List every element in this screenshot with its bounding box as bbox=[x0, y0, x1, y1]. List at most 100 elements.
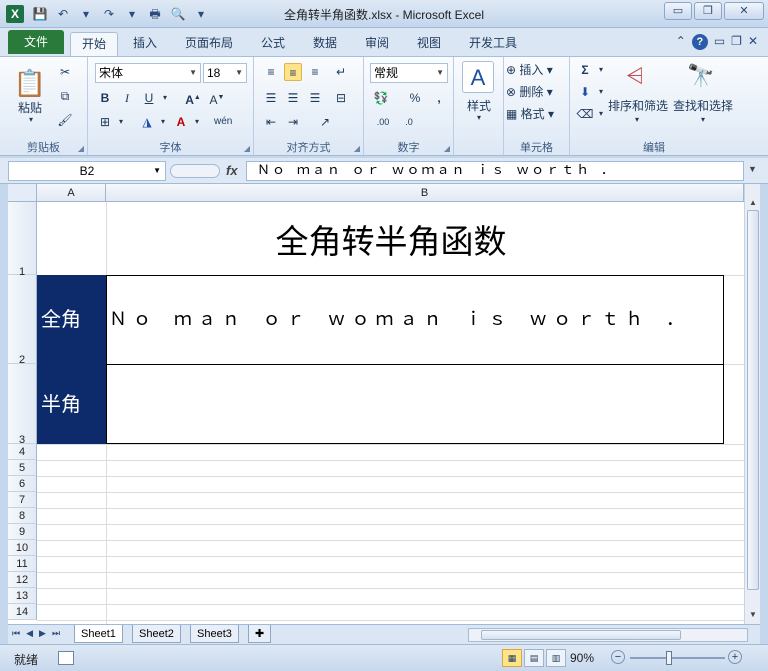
tab-review[interactable]: 审阅 bbox=[356, 32, 398, 56]
restore-button[interactable]: ❐ bbox=[694, 2, 722, 20]
formula-input[interactable]: Ｎｏ ｍａｎ ｏｒ ｗｏｍａｎ ｉｓ ｗｏｒｔｈ ． bbox=[246, 161, 744, 181]
name-box-dropdown-icon[interactable]: ▼ bbox=[153, 162, 161, 180]
row-header-10[interactable]: 10 bbox=[8, 540, 37, 556]
minimize-ribbon-icon[interactable]: ⌃ bbox=[676, 34, 686, 50]
expand-formula-bar-icon[interactable]: ▼ bbox=[748, 164, 757, 174]
next-sheet-icon[interactable]: ▶ bbox=[39, 628, 46, 639]
row-header-13[interactable]: 13 bbox=[8, 588, 37, 604]
scroll-down-icon[interactable]: ▼ bbox=[746, 608, 760, 622]
name-box[interactable]: B2 ▼ bbox=[8, 161, 166, 181]
row-header-2[interactable]: 2 bbox=[8, 275, 37, 366]
paste-dropdown-icon[interactable]: ▾ bbox=[26, 115, 36, 124]
column-header-a[interactable]: A bbox=[37, 184, 106, 202]
row-header-6[interactable]: 6 bbox=[8, 476, 37, 492]
font-name-dropdown-icon[interactable]: ▼ bbox=[189, 64, 197, 82]
row-header-3[interactable]: 3 bbox=[8, 364, 37, 446]
align-bottom-icon[interactable]: ≡ bbox=[306, 63, 324, 81]
tab-page-layout[interactable]: 页面布局 bbox=[176, 32, 242, 56]
undo-dropdown-icon[interactable]: ▾ bbox=[76, 5, 96, 23]
customize-qat-icon[interactable]: ▾ bbox=[191, 5, 211, 23]
phonetic-guide-icon[interactable]: wén bbox=[214, 113, 232, 131]
sheet-tab-1[interactable]: Sheet1 bbox=[74, 625, 123, 643]
last-sheet-icon[interactable]: ⏭ bbox=[52, 628, 60, 639]
number-format-combo[interactable]: 常规 ▼ bbox=[370, 63, 448, 83]
redo-icon[interactable]: ↷ bbox=[99, 5, 119, 23]
fill-color-dropdown-icon[interactable]: ▾ bbox=[154, 113, 172, 131]
row-header-1[interactable]: 1 bbox=[8, 202, 37, 278]
find-select-dropdown-icon[interactable]: ▾ bbox=[698, 115, 708, 124]
cell-b3-value[interactable] bbox=[106, 364, 724, 444]
row-header-4[interactable]: 4 bbox=[8, 444, 37, 460]
formula-bar-splitter[interactable] bbox=[170, 164, 220, 178]
row-header-11[interactable]: 11 bbox=[8, 556, 37, 572]
worksheet-grid[interactable]: A B 1 2 3 4 5 6 7 8 9 10 11 12 13 14 全角转… bbox=[8, 184, 760, 624]
horizontal-scrollbar[interactable] bbox=[468, 628, 748, 642]
close-button[interactable]: ✕ bbox=[724, 2, 764, 20]
workbook-minimize-icon[interactable]: ▭ bbox=[714, 34, 725, 50]
comma-button[interactable]: , bbox=[430, 89, 448, 107]
page-break-view-icon[interactable]: ▥ bbox=[546, 649, 566, 667]
copy-icon[interactable]: ⧉ bbox=[56, 87, 74, 105]
styles-dropdown-icon[interactable]: ▾ bbox=[474, 113, 484, 122]
tab-insert[interactable]: 插入 bbox=[124, 32, 166, 56]
zoom-out-icon[interactable]: − bbox=[611, 650, 625, 664]
record-macro-icon[interactable] bbox=[58, 651, 74, 665]
bold-button[interactable]: B bbox=[96, 89, 114, 107]
tab-home[interactable]: 开始 bbox=[70, 32, 118, 56]
font-name-combo[interactable]: 宋体 ▼ bbox=[95, 63, 201, 83]
horizontal-scroll-thumb[interactable] bbox=[481, 630, 681, 640]
column-header-b[interactable]: B bbox=[106, 184, 744, 202]
alignment-launcher-icon[interactable]: ◢ bbox=[354, 144, 360, 153]
cut-icon[interactable]: ✂ bbox=[56, 63, 74, 81]
align-middle-icon[interactable]: ≡ bbox=[284, 63, 302, 81]
paste-icon[interactable]: 📋 bbox=[12, 63, 48, 103]
tab-file[interactable]: 文件 bbox=[8, 30, 64, 54]
zoom-slider-thumb[interactable] bbox=[666, 651, 672, 665]
shrink-font-icon[interactable]: A▼ bbox=[208, 89, 226, 107]
row-header-9[interactable]: 9 bbox=[8, 524, 37, 540]
row-header-12[interactable]: 12 bbox=[8, 572, 37, 588]
first-sheet-icon[interactable]: ⏮ bbox=[12, 628, 20, 639]
grow-font-icon[interactable]: A▲ bbox=[184, 89, 202, 107]
normal-view-icon[interactable]: ▦ bbox=[502, 649, 522, 667]
cell-a2-label[interactable]: 全角 bbox=[37, 275, 106, 364]
page-layout-view-icon[interactable]: ▤ bbox=[524, 649, 544, 667]
zoom-slider-track[interactable] bbox=[630, 657, 725, 659]
select-all-corner[interactable] bbox=[8, 184, 37, 202]
align-left-icon[interactable]: ☰ bbox=[262, 89, 280, 107]
zoom-level[interactable]: 90% bbox=[570, 651, 594, 665]
align-center-icon[interactable]: ☰ bbox=[284, 89, 302, 107]
format-cells-button[interactable]: ▦ 格式 ▾ bbox=[506, 105, 566, 122]
workbook-close-icon[interactable]: ✕ bbox=[748, 34, 758, 50]
save-icon[interactable]: 💾 bbox=[30, 5, 50, 23]
percent-button[interactable]: % bbox=[406, 89, 424, 107]
clipboard-launcher-icon[interactable]: ◢ bbox=[78, 144, 84, 153]
sheet-tab-3[interactable]: Sheet3 bbox=[190, 625, 239, 643]
italic-button[interactable]: I bbox=[118, 89, 136, 107]
delete-cells-button[interactable]: ⊗ 删除 ▾ bbox=[506, 83, 566, 100]
workbook-restore-icon[interactable]: ❐ bbox=[731, 34, 742, 50]
vertical-scrollbar[interactable]: ▲ ▼ bbox=[744, 184, 760, 624]
format-painter-icon[interactable]: 🖌 bbox=[56, 111, 74, 129]
row-header-14[interactable]: 14 bbox=[8, 604, 37, 620]
sort-filter-button[interactable]: 排序和筛选 bbox=[606, 97, 670, 114]
undo-icon[interactable]: ↶ bbox=[53, 5, 73, 23]
insert-cells-button[interactable]: ⊕ 插入 ▾ bbox=[506, 61, 566, 78]
help-icon[interactable]: ? bbox=[691, 34, 708, 50]
insert-function-icon[interactable]: fx bbox=[226, 163, 238, 178]
tab-view[interactable]: 视图 bbox=[408, 32, 450, 56]
autosum-dropdown-icon[interactable]: ▾ bbox=[592, 61, 610, 79]
increase-decimal-icon[interactable]: .00 bbox=[374, 113, 392, 131]
font-size-dropdown-icon[interactable]: ▼ bbox=[235, 64, 243, 82]
orientation-icon[interactable]: ↗ bbox=[316, 113, 334, 131]
font-size-combo[interactable]: 18 ▼ bbox=[203, 63, 247, 83]
tab-formulas[interactable]: 公式 bbox=[252, 32, 294, 56]
sort-filter-icon[interactable]: ⩤ bbox=[620, 61, 650, 91]
decrease-indent-icon[interactable]: ⇤ bbox=[262, 113, 280, 131]
merge-center-icon[interactable]: ⊟ bbox=[332, 89, 350, 107]
vertical-scroll-thumb[interactable] bbox=[747, 210, 759, 590]
zoom-in-icon[interactable]: + bbox=[728, 650, 742, 664]
find-select-button[interactable]: 查找和选择 bbox=[670, 97, 736, 114]
row-header-5[interactable]: 5 bbox=[8, 460, 37, 476]
wrap-text-icon[interactable]: ↵ bbox=[332, 63, 350, 81]
